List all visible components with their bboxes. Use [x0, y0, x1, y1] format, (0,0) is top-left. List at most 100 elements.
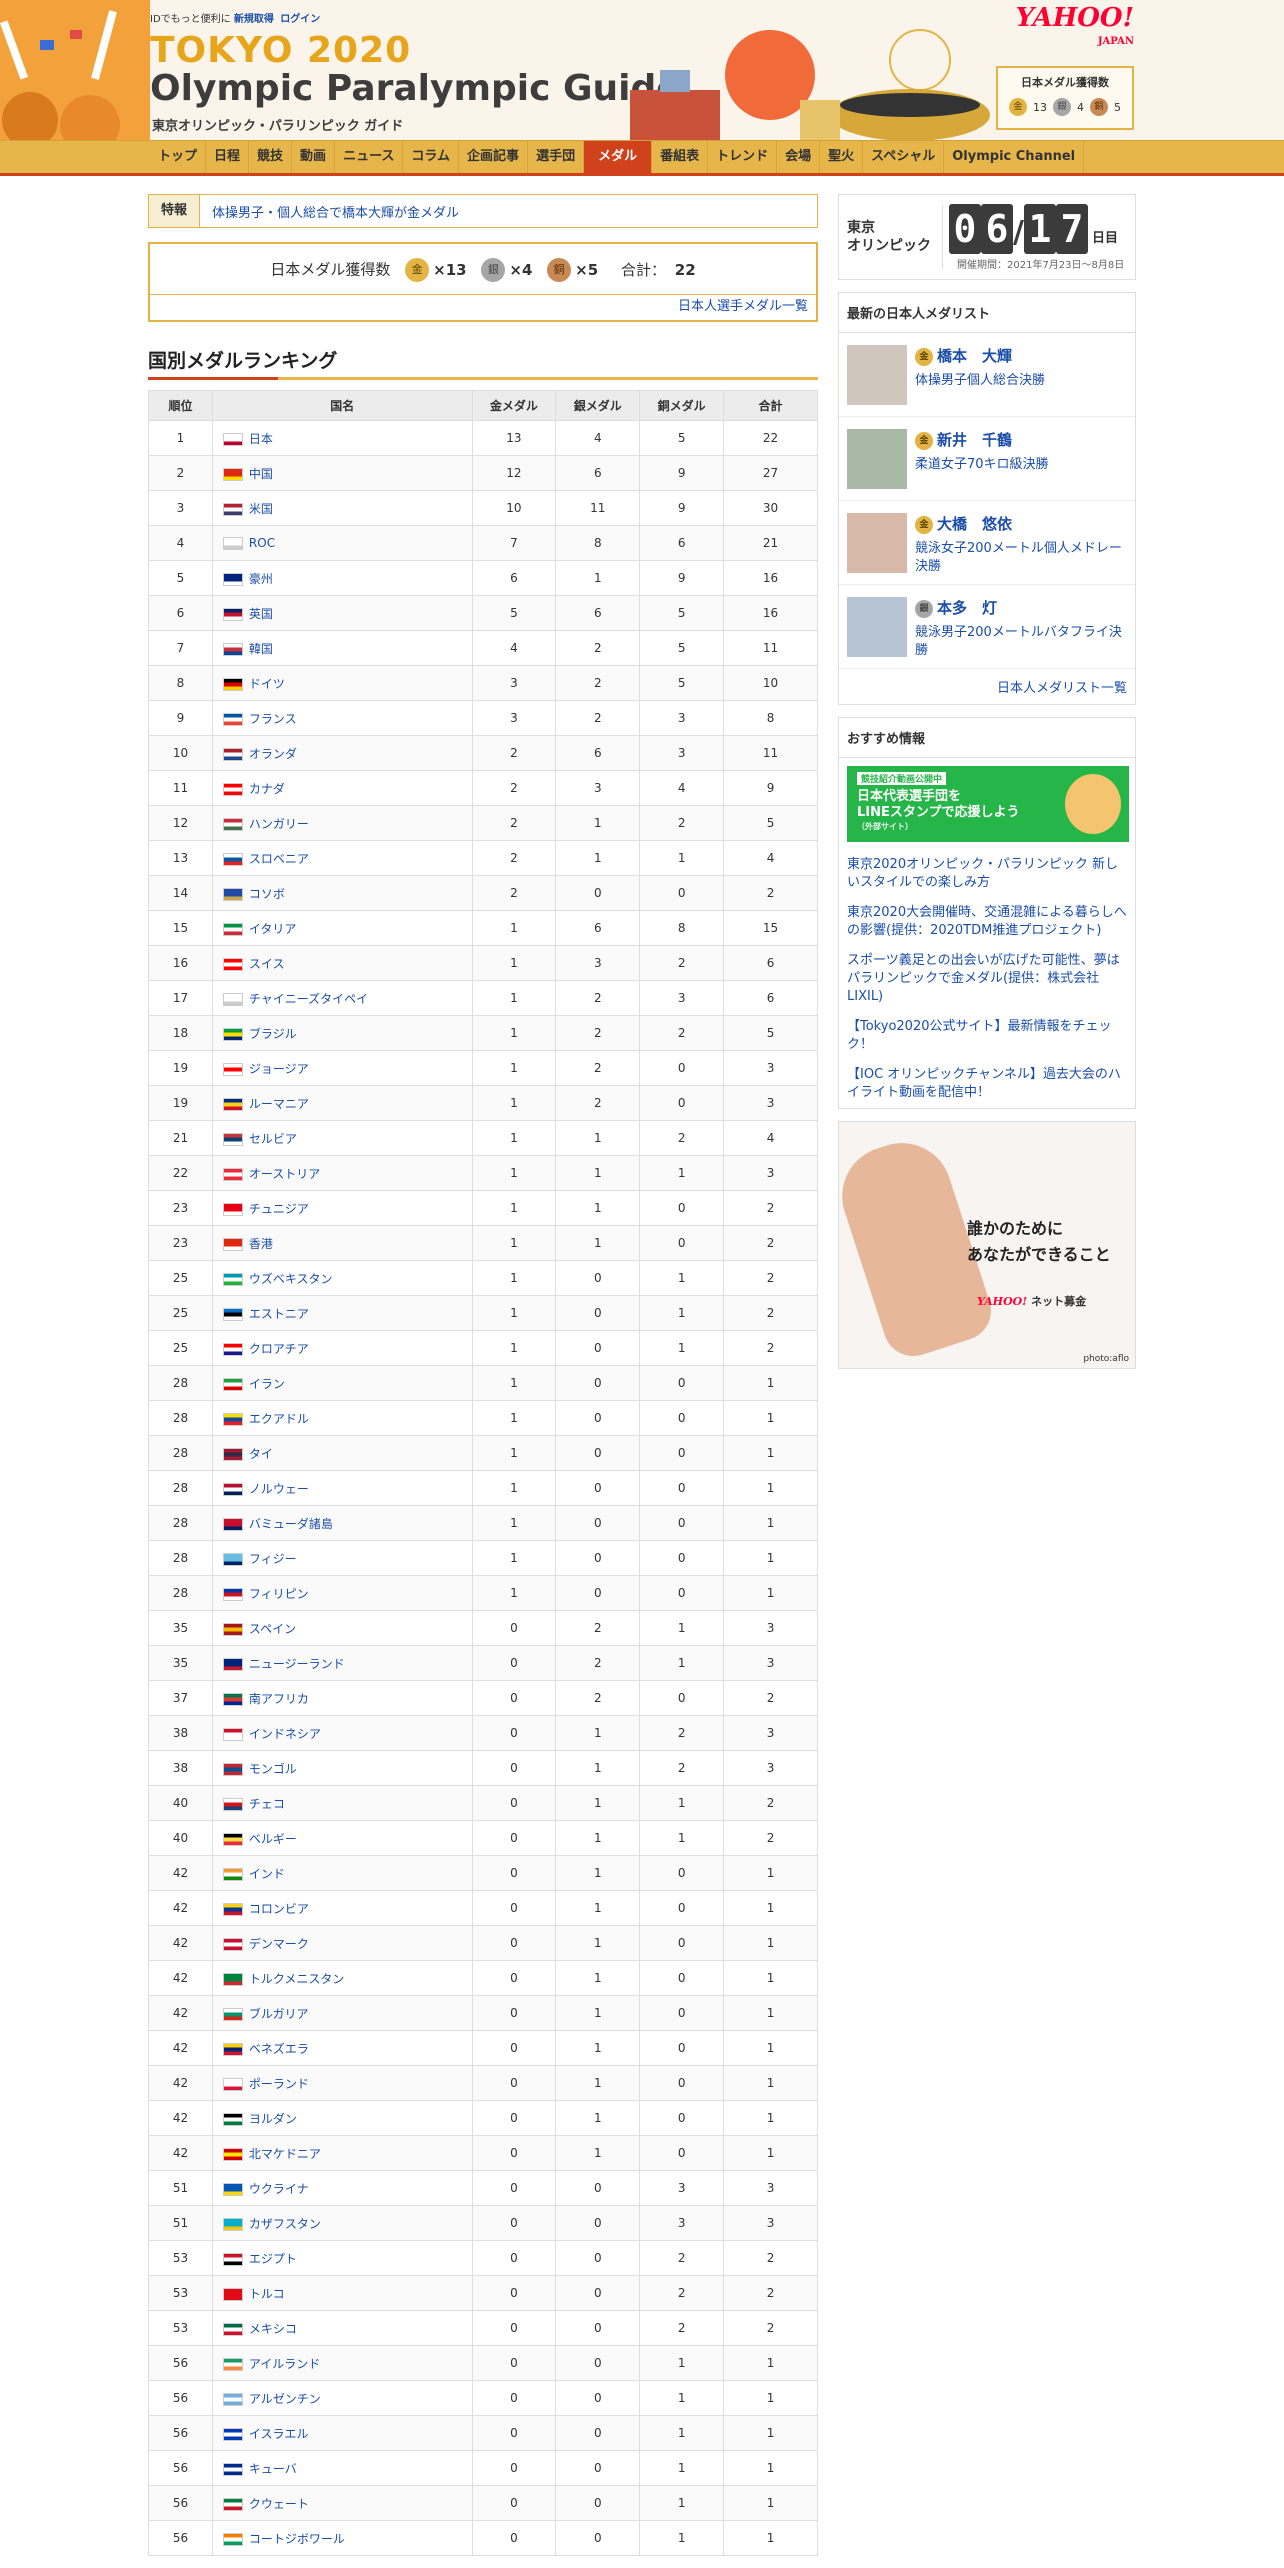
- country-link[interactable]: ニュージーランド: [249, 1657, 345, 1671]
- country-link[interactable]: コソボ: [249, 887, 285, 901]
- country-link[interactable]: チャイニーズタイペイ: [249, 992, 368, 1006]
- country-link[interactable]: 豪州: [249, 572, 273, 586]
- country-link[interactable]: イラン: [249, 1377, 285, 1391]
- nav-item[interactable]: 選手団: [528, 141, 585, 173]
- medalist-name[interactable]: 橋本 大輝: [937, 347, 1012, 365]
- country-link[interactable]: スペイン: [249, 1622, 296, 1636]
- medalist-name[interactable]: 新井 千鶴: [937, 431, 1012, 449]
- country-link[interactable]: 北マケドニア: [249, 2147, 321, 2161]
- country-link[interactable]: ウクライナ: [249, 2182, 309, 2196]
- country-link[interactable]: ジョージア: [249, 1062, 309, 1076]
- nav-item[interactable]: 企画記事: [459, 141, 529, 173]
- country-link[interactable]: アルゼンチン: [249, 2392, 321, 2406]
- country-link[interactable]: チェコ: [249, 1797, 285, 1811]
- medalist-event-link[interactable]: 競泳男子200メートルバタフライ決勝: [915, 624, 1127, 660]
- athlete-photo[interactable]: [847, 597, 907, 657]
- nav-item[interactable]: スペシャル: [863, 141, 945, 173]
- nav-item[interactable]: トレンド: [708, 141, 778, 173]
- country-link[interactable]: 中国: [249, 467, 273, 481]
- country-link[interactable]: 英国: [249, 607, 273, 621]
- recommend-link[interactable]: 【Tokyo2020公式サイト】最新情報をチェック！: [839, 1012, 1135, 1060]
- country-link[interactable]: コートジボワール: [249, 2532, 345, 2546]
- country-link[interactable]: ブルガリア: [249, 2007, 309, 2021]
- yahoo-logo[interactable]: YAHOO! JAPAN: [1016, 5, 1134, 54]
- country-link[interactable]: モンゴル: [249, 1762, 297, 1776]
- athlete-photo[interactable]: [847, 513, 907, 573]
- nav-item[interactable]: トップ: [150, 141, 207, 173]
- country-link[interactable]: エジプト: [249, 2252, 297, 2266]
- header-medal-count[interactable]: 日本メダル獲得数 金 13 銀4 銅5: [996, 66, 1134, 130]
- nav-item[interactable]: 会場: [777, 141, 821, 173]
- country-link[interactable]: デンマーク: [249, 1937, 309, 1951]
- country-link[interactable]: フィリピン: [249, 1587, 309, 1601]
- country-link[interactable]: スロベニア: [249, 852, 309, 866]
- country-link[interactable]: 米国: [249, 502, 273, 516]
- country-link[interactable]: キューバ: [249, 2462, 297, 2476]
- japan-medalists-list-link[interactable]: 日本人メダリスト一覧: [997, 681, 1127, 696]
- login-link[interactable]: ログイン: [280, 14, 320, 25]
- country-link[interactable]: スイス: [249, 957, 285, 971]
- country-link[interactable]: インドネシア: [249, 1727, 321, 1741]
- country-link[interactable]: トルクメニスタン: [249, 1972, 345, 1986]
- country-link[interactable]: チュニジア: [249, 1202, 309, 1216]
- country-link[interactable]: タイ: [249, 1447, 273, 1461]
- recommend-link[interactable]: 東京2020オリンピック・パラリンピック 新しいスタイルでの楽しみ方: [839, 850, 1135, 898]
- country-link[interactable]: カナダ: [249, 782, 285, 796]
- medalist-item[interactable]: 金橋本 大輝 体操男子個人総合決勝: [839, 333, 1135, 417]
- country-link[interactable]: オランダ: [249, 747, 297, 761]
- country-link[interactable]: コロンビア: [249, 1902, 309, 1916]
- country-link[interactable]: ルーマニア: [249, 1097, 309, 1111]
- country-link[interactable]: ウズベキスタン: [249, 1272, 333, 1286]
- logo-tokyo2020[interactable]: TOKYO 2020: [150, 30, 411, 71]
- nav-item[interactable]: 日程: [206, 141, 250, 173]
- medalist-event-link[interactable]: 競泳女子200メートル個人メドレー決勝: [915, 540, 1127, 576]
- country-link[interactable]: エストニア: [249, 1307, 309, 1321]
- country-link[interactable]: ベルギー: [249, 1832, 297, 1846]
- country-link[interactable]: カザフスタン: [249, 2217, 321, 2231]
- line-stamp-banner[interactable]: 競技紹介動画公開中 日本代表選手団を LINEスタンプで応援しよう （外部サイト…: [847, 766, 1129, 842]
- medalist-event-link[interactable]: 柔道女子70キロ級決勝: [915, 456, 1049, 474]
- signup-link[interactable]: 新規取得: [234, 14, 274, 25]
- recommend-link[interactable]: 東京2020大会開催時、交通混雑による暮らしへの影響(提供：2020TDM推進プ…: [839, 898, 1135, 946]
- country-link[interactable]: ブラジル: [249, 1027, 297, 1041]
- medalist-item[interactable]: 金大橋 悠依 競泳女子200メートル個人メドレー決勝: [839, 501, 1135, 585]
- nav-item[interactable]: 番組表: [652, 141, 709, 173]
- country-link[interactable]: イスラエル: [249, 2427, 309, 2441]
- country-link[interactable]: フィジー: [249, 1552, 297, 1566]
- medalist-item[interactable]: 銀本多 灯競泳男子200メートルバタフライ決勝: [839, 585, 1135, 669]
- country-link[interactable]: ヨルダン: [249, 2112, 297, 2126]
- country-link[interactable]: インド: [249, 1867, 285, 1881]
- country-link[interactable]: バミューダ諸島: [249, 1517, 333, 1531]
- country-link[interactable]: エクアドル: [249, 1412, 309, 1426]
- nav-item[interactable]: ニュース: [335, 141, 404, 173]
- country-link[interactable]: ベネズエラ: [249, 2042, 309, 2056]
- country-link[interactable]: 日本: [249, 432, 273, 446]
- country-link[interactable]: オーストリア: [249, 1167, 320, 1181]
- nav-item[interactable]: メダル: [584, 141, 653, 173]
- country-link[interactable]: セルビア: [249, 1132, 297, 1146]
- country-link[interactable]: クロアチア: [249, 1342, 309, 1356]
- country-link[interactable]: ポーランド: [249, 2077, 309, 2091]
- recommend-link[interactable]: 【IOC オリンピックチャンネル】過去大会のハイライト動画を配信中！: [839, 1060, 1135, 1108]
- country-link[interactable]: 香港: [249, 1237, 273, 1251]
- medalist-name[interactable]: 本多 灯: [937, 599, 997, 617]
- nav-item[interactable]: 動画: [292, 141, 336, 173]
- country-link[interactable]: ハンガリー: [249, 817, 309, 831]
- country-link[interactable]: クウェート: [249, 2497, 309, 2511]
- nav-item[interactable]: コラム: [403, 141, 460, 173]
- breaking-news-link[interactable]: 体操男子・個人総合で橋本大輝が金メダル: [212, 202, 459, 221]
- nav-item[interactable]: 聖火: [820, 141, 864, 173]
- japan-medal-list-link[interactable]: 日本人選手メダル一覧: [678, 295, 808, 314]
- athlete-photo[interactable]: [847, 345, 907, 405]
- nav-item[interactable]: 競技: [249, 141, 293, 173]
- country-link[interactable]: アイルランド: [249, 2357, 320, 2371]
- medalist-item[interactable]: 金新井 千鶴 柔道女子70キロ級決勝: [839, 417, 1135, 501]
- country-link[interactable]: ROC: [249, 536, 275, 550]
- medalist-event-link[interactable]: 体操男子個人総合決勝: [915, 372, 1045, 390]
- nav-item[interactable]: Olympic Channel: [944, 141, 1085, 173]
- recommend-link[interactable]: スポーツ義足との出会いが広げた可能性、夢はパラリンピックで金メダル(提供：株式会…: [839, 946, 1135, 1012]
- country-link[interactable]: フランス: [249, 712, 297, 726]
- country-link[interactable]: イタリア: [249, 922, 297, 936]
- medalist-name[interactable]: 大橋 悠依: [937, 515, 1012, 533]
- country-link[interactable]: トルコ: [249, 2287, 285, 2301]
